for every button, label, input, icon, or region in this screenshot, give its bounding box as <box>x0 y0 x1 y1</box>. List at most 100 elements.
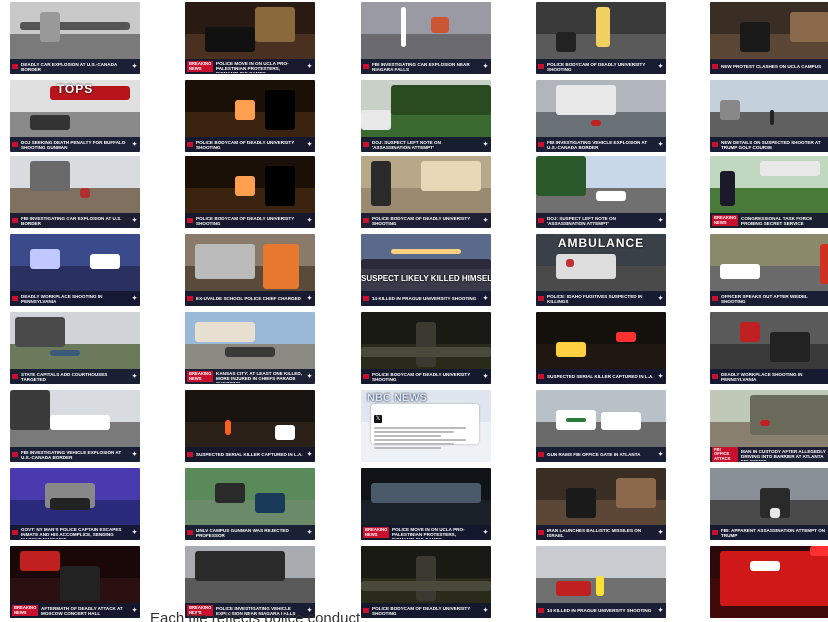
video-thumbnail[interactable]: Police bodycam of deadly university shoo… <box>185 156 315 228</box>
x-logo-icon: 𝕏 <box>374 415 382 423</box>
news-ticker: FBI: Apparent assassination attempt on T… <box>710 525 828 540</box>
overlay-caption-text: SUSPECT LIKELY KILLED HIMSELF <box>361 274 491 283</box>
video-thumbnail[interactable]: FBI investigating vehicle explosion at U… <box>536 80 666 152</box>
peacock-logo-icon: ✦ <box>131 374 137 380</box>
video-thumbnail[interactable]: FBI investigating vehicle explosion at U… <box>10 390 140 462</box>
video-thumbnail[interactable]: Breaking News Aftermath of deadly attack … <box>10 546 140 618</box>
video-thumbnail[interactable]: SUSPECT LIKELY KILLED HIMSELF 14 killed i… <box>361 234 491 306</box>
video-thumbnail[interactable]: UNLV campus gunman was rejected professo… <box>185 468 315 540</box>
news-ticker: Deadly workplace shooting in Pennsylvani… <box>710 369 828 384</box>
video-thumbnail[interactable]: Deadly workplace shooting in Pennsylvani… <box>10 234 140 306</box>
headline-text: Govt: NY man's police captain escapes in… <box>21 526 122 539</box>
video-thumbnail[interactable]: New details on suspected shooter at Trum… <box>710 80 828 152</box>
news-ticker: FBI investigating vehicle explosion at U… <box>536 137 666 152</box>
peacock-logo-icon: ✦ <box>131 608 137 614</box>
video-thumbnail[interactable]: FBI: Apparent assassination attempt on T… <box>710 468 828 540</box>
news-ticker: State capitals add courthouses targeted ✦ <box>10 369 140 384</box>
peacock-logo-icon: ✦ <box>306 296 312 302</box>
video-thumbnail[interactable]: New protest clashes on UCLA campus✦ <box>710 2 828 74</box>
news-ticker: Gun rams FBI office gate in Atlanta ✦ <box>536 447 666 462</box>
video-thumbnail[interactable]: Deadly workplace shooting in Pennsylvani… <box>710 312 828 384</box>
video-thumbnail[interactable]: Police bodycam of deadly university shoo… <box>361 546 491 618</box>
news-ticker: Breaking News Aftermath of deadly attack … <box>10 603 140 618</box>
headline-text: Kansas City: at least one killed, more i… <box>216 370 302 383</box>
headline-text: Officer speaks out after Weidel shooting <box>721 293 808 304</box>
video-thumbnail[interactable]: TOPS DOJ seeking death penalty for Buffal… <box>10 80 140 152</box>
video-thumbnail[interactable]: Breaking News Police move in on UCLA pro-… <box>185 2 315 74</box>
peacock-logo-icon: ✦ <box>482 142 488 148</box>
video-thumbnail[interactable]: AMBULANCE Police: Idaho fugitives suspect… <box>536 234 666 306</box>
headline-text: FBI investigating vehicle explosion at U… <box>547 139 648 150</box>
peacock-logo-icon: ✦ <box>657 64 663 70</box>
headline-text: Police: Idaho fugitives suspected in kil… <box>547 293 643 304</box>
peacock-logo-icon: ✦ <box>131 218 137 224</box>
embedded-post: 𝕏 <box>371 404 479 449</box>
video-thumbnail[interactable]: Breaking News Police investigating vehicl… <box>185 546 315 618</box>
peacock-logo-icon: ✦ <box>482 64 488 70</box>
video-thumbnail[interactable]: 𝕏 NBC NEWS <box>361 390 491 462</box>
caption-text: Each tile reflects police conduct <box>150 611 361 622</box>
peacock-logo-icon: ✦ <box>131 530 137 536</box>
news-ticker: FBI investigating car explosion near Nia… <box>361 59 491 74</box>
headline-text: DOJ: Suspect left note on 'assassination… <box>547 215 616 226</box>
headline-text: Ex-Uvalde school police chief charged <box>196 296 301 301</box>
peacock-logo-icon: ✦ <box>657 452 663 458</box>
headline-text: Man in custody after allegedly driving i… <box>741 448 826 461</box>
news-ticker: Breaking News Police move in on UCLA pro-… <box>361 525 491 540</box>
video-thumbnail[interactable]: DOJ: Suspect left note on 'assassination… <box>536 156 666 228</box>
news-ticker: FBI Office Attack Man in custody after al… <box>710 446 828 462</box>
news-ticker: DOJ: Suspect left note on 'assassination… <box>536 213 666 228</box>
overlay-sign-text: TOPS <box>56 82 94 96</box>
peacock-logo-icon: ✦ <box>657 218 663 224</box>
video-thumbnail[interactable]: DOJ: Suspect left note on 'assassination… <box>361 80 491 152</box>
peacock-logo-icon: ✦ <box>306 452 312 458</box>
news-ticker: New details on suspected shooter at Trum… <box>710 137 828 152</box>
video-thumbnail[interactable]: Officer speaks out after Weidel shooting… <box>710 234 828 306</box>
video-thumbnail[interactable]: Police bodycam of deadly university shoo… <box>361 156 491 228</box>
headline-text: FBI: Apparent assassination attempt on T… <box>721 527 826 538</box>
headline-text: Deadly car explosion at U.S.-Canada bord… <box>21 61 118 72</box>
news-ticker: Govt: NY man's police captain escapes in… <box>10 525 140 540</box>
video-thumbnail[interactable]: Govt: NY man's police captain escapes in… <box>10 468 140 540</box>
peacock-logo-icon: ✦ <box>482 374 488 380</box>
headline-text: Police move in on UCLA pro-Palestinian p… <box>392 526 465 539</box>
headline-text: Police bodycam of deadly university shoo… <box>547 61 646 72</box>
headline-text: Congressional task force probing Secret … <box>741 215 813 226</box>
breaking-badge: FBI Office Attack <box>712 446 738 462</box>
video-thumbnail[interactable]: Breaking News Congressional task force pr… <box>710 156 828 228</box>
peacock-logo-icon: ✦ <box>131 142 137 148</box>
video-thumbnail[interactable]: FBI investigating car explosion at U.S. … <box>10 156 140 228</box>
video-thumbnail[interactable]: Suspected serial killer captured in L.A.… <box>536 312 666 384</box>
video-thumbnail[interactable] <box>710 546 828 618</box>
video-thumbnail[interactable]: Police bodycam of deadly university shoo… <box>185 80 315 152</box>
video-thumbnail[interactable]: Ex-Uvalde school police chief charged ✦ <box>185 234 315 306</box>
peacock-logo-icon: ✦ <box>482 530 488 536</box>
peacock-logo-icon: ✦ <box>657 530 663 536</box>
news-ticker: Police: Idaho fugitives suspected in kil… <box>536 291 666 306</box>
video-thumbnail[interactable]: FBI Office Attack Man in custody after al… <box>710 390 828 462</box>
breaking-badge: Breaking News <box>712 214 738 227</box>
peacock-logo-icon: ✦ <box>306 142 312 148</box>
video-thumbnail[interactable]: Deadly car explosion at U.S.-Canada bord… <box>10 2 140 74</box>
news-ticker: Deadly workplace shooting in Pennsylvani… <box>10 291 140 306</box>
peacock-logo-icon: ✦ <box>657 608 663 614</box>
video-thumbnail[interactable]: Police bodycam of deadly university shoo… <box>361 312 491 384</box>
headline-text: Police bodycam of deadly university shoo… <box>372 371 471 382</box>
video-thumbnail[interactable]: Suspected serial killer captured in L.A.… <box>185 390 315 462</box>
headline-text: Police bodycam of deadly university shoo… <box>372 605 471 616</box>
headline-text: Deadly workplace shooting in Pennsylvani… <box>721 371 803 382</box>
video-thumbnail[interactable]: 14 killed in Prague university shooting ✦ <box>536 546 666 618</box>
video-thumbnail[interactable]: Iran launches ballistic missiles on Isra… <box>536 468 666 540</box>
video-thumbnail[interactable]: FBI investigating car explosion near Nia… <box>361 2 491 74</box>
network-logo-text: NBC NEWS <box>367 392 427 404</box>
video-thumbnail[interactable]: Police bodycam of deadly university shoo… <box>536 2 666 74</box>
headline-text: Deadly workplace shooting in Pennsylvani… <box>21 293 103 304</box>
peacock-logo-icon: ✦ <box>657 142 663 148</box>
video-thumbnail[interactable]: State capitals add courthouses targeted ✦ <box>10 312 140 384</box>
news-ticker: Deadly car explosion at U.S.-Canada bord… <box>10 59 140 74</box>
video-thumbnail[interactable]: Gun rams FBI office gate in Atlanta ✦ <box>536 390 666 462</box>
video-thumbnail[interactable]: Breaking News Police move in on UCLA pro-… <box>361 468 491 540</box>
news-ticker: Suspected serial killer captured in L.A.… <box>185 447 315 462</box>
peacock-logo-icon: ✦ <box>306 374 312 380</box>
video-thumbnail[interactable]: Breaking News Kansas City: at least one k… <box>185 312 315 384</box>
